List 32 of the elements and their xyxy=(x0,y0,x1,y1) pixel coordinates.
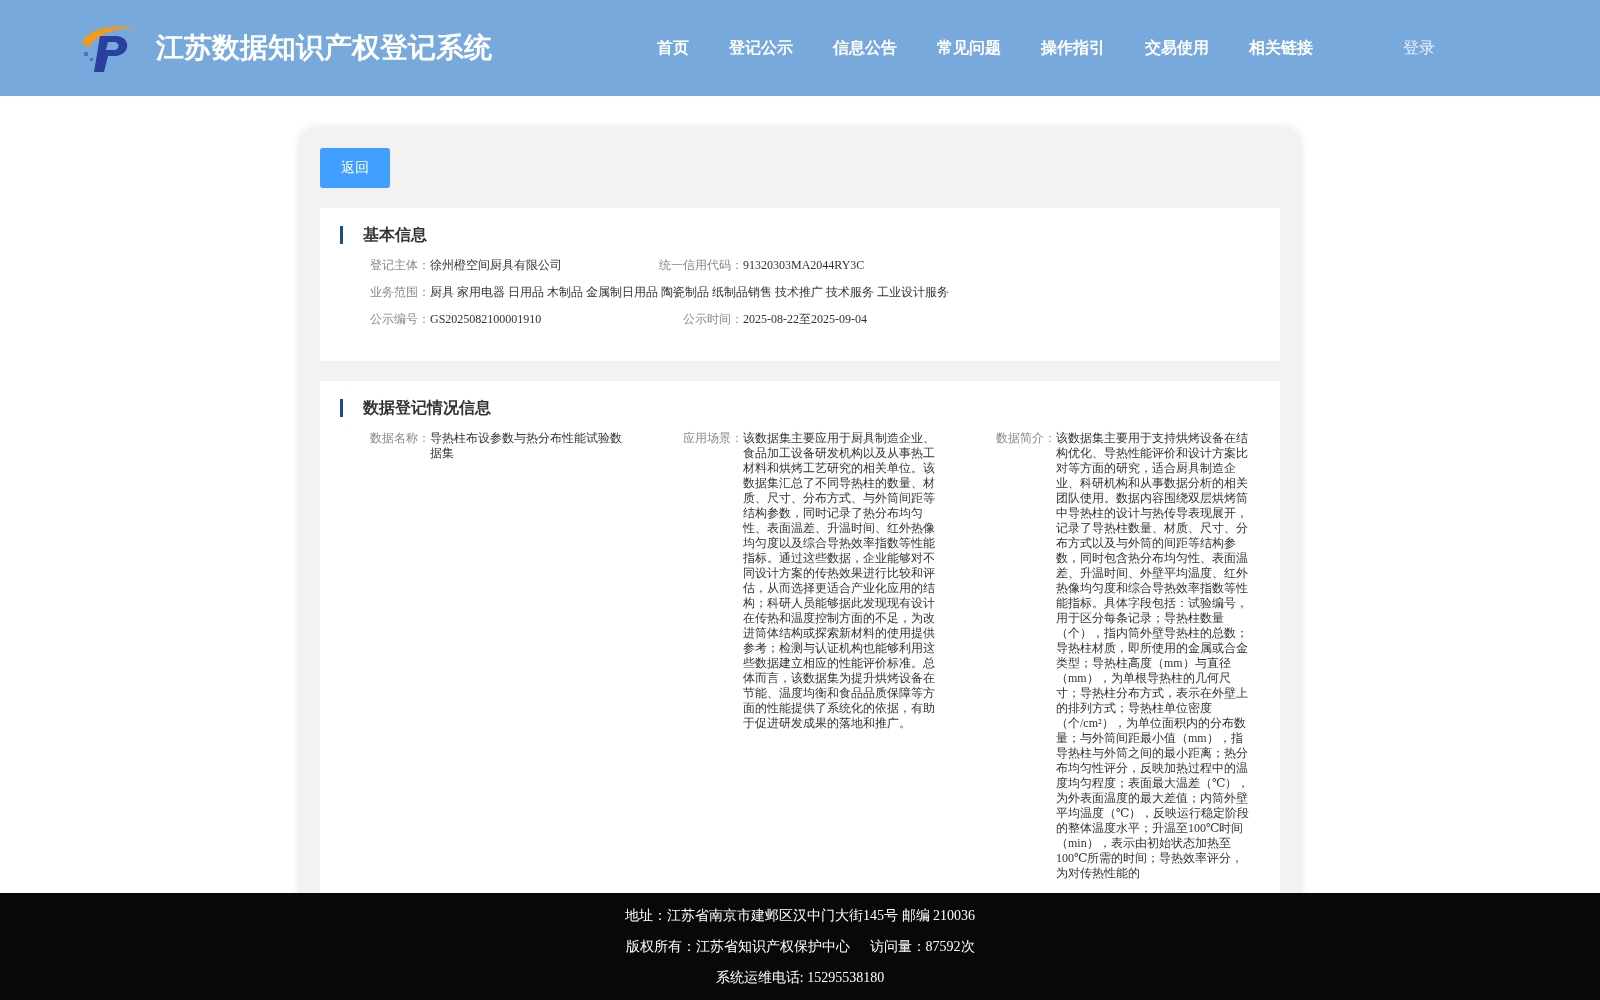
nav-link[interactable]: 常见问题 xyxy=(917,37,1021,59)
footer-text: 访问量：87592次 xyxy=(869,938,975,956)
field-value: 导热柱布设参数与热分布性能试验数据集 xyxy=(430,431,623,461)
nav-link[interactable]: 交易使用 xyxy=(1125,37,1229,59)
field-label: 数据简介： xyxy=(995,431,1056,446)
field-label: 公示时间： xyxy=(682,312,743,327)
nav-link[interactable]: 相关链接 xyxy=(1229,37,1333,59)
field-label: 应用场景： xyxy=(682,431,743,446)
footer-text: 版权所有：江苏省知识产权保护中心 xyxy=(625,938,850,956)
field-value: 厨具 家用电器 日用品 木制品 金属制日用品 陶瓷制品 纸制品销售 技术推广 技术服务 工业设计服务 xyxy=(430,285,949,300)
field-value: 该数据集主要应用于厨具制造企业、食品加工设备研发机构以及从事热工材料和烘烤工艺研究的相关单位。该数据集汇总了不同导热柱的数量、材质、尺寸、分布方式、与外筒间距等结构参数，同时记录了热分布均匀性、表面温差、升温时间、红外热像均匀度以及综合导热效率指数等性能指标。通过这些数据，企业能够对不同设计方案的传热效果进行比较和评估，从而选择更适合产业化应用的结构；科研人员能够据此发现现有设计在传热和温度控制方面的不足，为改进筒体结构或探索新材料的使用提供参考；检测与认证机构也能够利用这些数据建立相应的性能评价标准。总体而言，该数据集为提升烘烤设备在节能、温度均衡和食品品质保障等方面的性能提供了系统化的依据，有助于促进研发成果的落地和推广。 xyxy=(743,431,936,731)
section-title: 数据登记情况信息 xyxy=(340,399,1270,417)
nav-link[interactable]: 登记公示 xyxy=(709,37,813,59)
field-label: 公示编号： xyxy=(369,312,430,327)
back-button[interactable]: 返回 xyxy=(320,148,390,188)
field-value: GS2025082100001910 xyxy=(430,312,542,327)
field-label: 业务范围： xyxy=(369,285,430,300)
field-label: 数据名称： xyxy=(369,431,430,446)
field-label: 登记主体： xyxy=(369,258,430,273)
field-value: 徐州橙空间厨具有限公司 xyxy=(430,258,562,273)
section-title: 基本信息 xyxy=(340,226,1270,244)
nav-link[interactable]: 操作指引 xyxy=(1021,37,1125,59)
field-value: 91320303MA2044RY3C xyxy=(743,258,865,273)
login-link[interactable]: 登录 xyxy=(1403,37,1435,59)
footer-text: 地址：江苏省南京市建邺区汉中门大街145号 邮编 210036 xyxy=(625,907,975,925)
field-value: 2025-08-22至2025-09-04 xyxy=(743,312,867,327)
footer-text: 系统运维电话: 15295538180 xyxy=(715,969,885,987)
nav-link[interactable]: 信息公告 xyxy=(813,37,917,59)
field-label: 统一信用代码： xyxy=(658,258,743,273)
field-value: 该数据集主要用于支持烘烤设备在结构优化、导热性能评价和设计方案比对等方面的研究，适合厨具制造企业、科研机构和从事数据分析的相关团队使用。数据内容围绕双层烘烤筒中导热柱的设计与热传导表现展开，记录了导热柱数量、材质、尺寸、分布方式以及与外筒的间距等结构参数，同时包含热分布均匀性、表面温差、升温时间、外壁平均温度、红外热像均匀度和综合导热效率指数等性能指标。具体字段包括：试验编号，用于区分每条记录；导热柱数量（个），指内筒外壁导热柱的总数；导热柱材质，即所使用的金属或合金类型；导热柱高度（mm）与直径（mm），为单根导热柱的几何尺寸；导热柱分布方式，表示在外壁上的排列方式；导热柱单位密度（个/cm²），为单位面积内的分布数量；与外筒间距最小值（mm），指导热柱与外筒之间的最小距离；热分布均匀性评分，反映加热过程中的温度均匀程度；表面最大温差（℃），为外表面温度的最大差值；内筒外壁平均温度（℃），反映运行稳定阶段的整体温度水平；升温至100℃时间（min），表示由初始状态加热至100℃所需的时间；导热效率评分，为对传热性能的 xyxy=(1056,431,1251,881)
nav-link[interactable]: 首页 xyxy=(637,37,709,59)
site-title: 江苏数据知识产权登记系统 xyxy=(156,31,492,65)
